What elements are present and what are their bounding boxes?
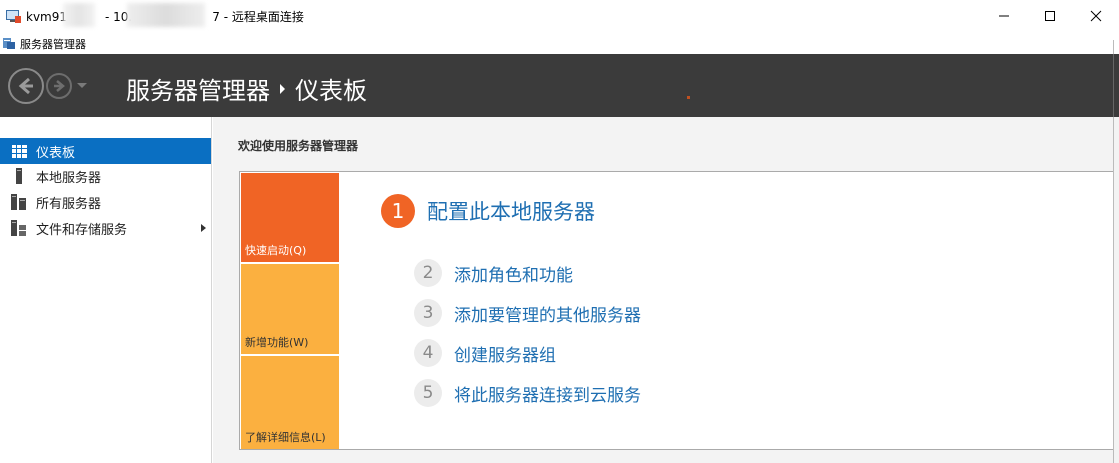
step-connect-cloud[interactable]: 5 将此服务器连接到云服务: [414, 379, 641, 407]
step-configure-local-server[interactable]: 1 配置此本地服务器: [381, 194, 595, 228]
breadcrumb-separator-icon: [280, 83, 285, 94]
tile-learn-more[interactable]: 了解详细信息(L): [241, 356, 339, 449]
sidebar-item-label: 仪表板: [36, 145, 76, 161]
step-number-badge: 3: [414, 299, 442, 327]
tile-label: 新增功能(W): [245, 336, 309, 349]
step-number-badge: 2: [414, 259, 442, 287]
arrow-right-icon: [54, 80, 65, 92]
all-servers-icon: [11, 194, 27, 210]
remote-desktop-titlebar: kvm91- 10. 7 - 远程桌面连接: [0, 0, 1119, 31]
step-add-roles-features[interactable]: 2 添加角色和功能: [414, 259, 573, 287]
maximize-icon: [1045, 10, 1055, 21]
forward-button[interactable]: [46, 73, 72, 99]
header-accent-dot: [687, 96, 690, 99]
tile-quick-start[interactable]: 快速启动(Q): [241, 173, 339, 262]
redacted-region: [63, 3, 95, 27]
breadcrumb-current: 仪表板: [295, 77, 367, 105]
step-link[interactable]: 将此服务器连接到云服务: [454, 381, 641, 406]
chevron-right-icon[interactable]: [201, 224, 206, 232]
sidebar-item-label: 所有服务器: [36, 196, 102, 212]
sidebar-item-all-servers[interactable]: 所有服务器: [0, 189, 211, 215]
history-dropdown-icon[interactable]: [77, 83, 87, 88]
breadcrumb-root[interactable]: 服务器管理器: [126, 71, 270, 106]
step-number-badge: 5: [414, 379, 442, 407]
step-number-badge: 4: [414, 339, 442, 367]
server-manager-titlebar: 服务器管理器: [0, 31, 1119, 85]
breadcrumb: 服务器管理器 仪表板: [126, 71, 367, 106]
app-header: 服务器管理器 仪表板: [0, 54, 1119, 117]
dashboard-icon: [11, 143, 27, 159]
tile-whats-new[interactable]: 新增功能(W): [241, 264, 339, 354]
close-button[interactable]: [1073, 0, 1119, 31]
sidebar-item-dashboard[interactable]: 仪表板: [0, 138, 211, 164]
server-manager-title: 服务器管理器: [20, 38, 86, 51]
step-link[interactable]: 添加要管理的其他服务器: [454, 301, 641, 326]
remote-desktop-icon: [6, 9, 22, 23]
local-server-icon: [11, 168, 27, 184]
main-content: 欢迎使用服务器管理器 快速启动(Q) 新增功能(W) 了解详细信息(L) 1 配…: [213, 117, 1119, 463]
minimize-button[interactable]: [981, 0, 1027, 31]
minimize-icon: [999, 15, 1009, 16]
arrow-left-icon: [18, 77, 33, 95]
step-number-badge: 1: [381, 194, 415, 228]
window-edge: [1113, 117, 1119, 463]
sidebar: 仪表板 本地服务器 所有服务器 文件和存储服务: [0, 117, 212, 463]
sidebar-item-label: 文件和存储服务: [36, 222, 128, 238]
welcome-heading: 欢迎使用服务器管理器: [238, 139, 359, 153]
server-manager-icon: [2, 35, 16, 49]
sidebar-item-label: 本地服务器: [36, 170, 102, 186]
maximize-button[interactable]: [1027, 0, 1073, 31]
tile-label: 快速启动(Q): [245, 244, 307, 257]
quick-start-panel: 快速启动(Q) 新增功能(W) 了解详细信息(L) 1 配置此本地服务器 2 添…: [239, 171, 1119, 450]
tile-label: 了解详细信息(L): [245, 431, 326, 444]
close-icon: [1090, 10, 1102, 21]
redacted-region: [127, 3, 205, 27]
back-button[interactable]: [8, 68, 44, 104]
step-link[interactable]: 添加角色和功能: [454, 261, 573, 286]
step-create-server-group[interactable]: 4 创建服务器组: [414, 339, 556, 367]
sidebar-item-file-storage[interactable]: 文件和存储服务: [0, 215, 211, 241]
step-link[interactable]: 创建服务器组: [454, 341, 556, 366]
file-storage-icon: [11, 220, 27, 236]
step-link[interactable]: 配置此本地服务器: [427, 196, 595, 226]
window-edge: [1113, 54, 1119, 117]
step-add-other-servers[interactable]: 3 添加要管理的其他服务器: [414, 299, 641, 327]
sidebar-item-local-server[interactable]: 本地服务器: [0, 163, 211, 189]
